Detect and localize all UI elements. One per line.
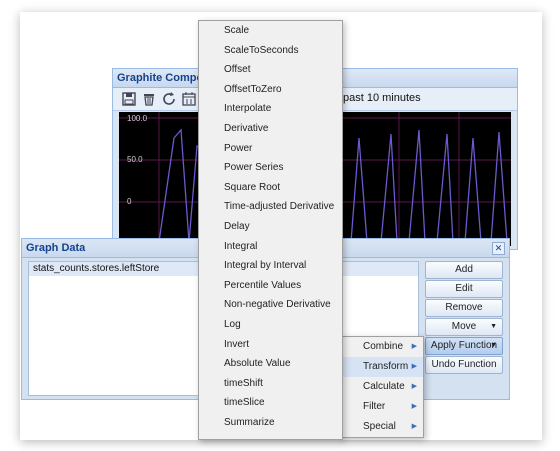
- remove-button[interactable]: Remove: [425, 299, 503, 317]
- chevron-right-icon: ▶: [411, 383, 417, 390]
- menu-item-delay[interactable]: Delay: [199, 217, 342, 237]
- chevron-right-icon: ▶: [411, 363, 417, 370]
- chevron-down-icon: ▼: [490, 342, 497, 349]
- menu-item-integral[interactable]: Integral: [199, 237, 342, 257]
- menu-item-time-shift[interactable]: timeShift: [199, 374, 342, 394]
- menu-item-filter[interactable]: Filter ▶: [341, 397, 423, 417]
- menu-item-invert[interactable]: Invert: [199, 335, 342, 355]
- menu-item-combine[interactable]: Combine ▶: [341, 337, 423, 357]
- menu-item-offset-to-zero[interactable]: OffsetToZero: [199, 80, 342, 100]
- menu-item-derivative[interactable]: Derivative: [199, 119, 342, 139]
- refresh-icon[interactable]: [161, 91, 177, 107]
- calendar-icon[interactable]: [181, 91, 197, 107]
- menu-item-time-adjusted-derivative[interactable]: Time-adjusted Derivative: [199, 197, 342, 217]
- y-tick-label: 50.0: [127, 155, 143, 164]
- chevron-right-icon: ▶: [411, 423, 417, 430]
- chevron-right-icon: ▶: [411, 343, 417, 350]
- menu-item-power[interactable]: Power: [199, 139, 342, 159]
- menu-item-non-negative-derivative[interactable]: Non-negative Derivative: [199, 295, 342, 315]
- edit-button[interactable]: Edit: [425, 280, 503, 298]
- menu-item-interpolate[interactable]: Interpolate: [199, 99, 342, 119]
- menu-item-label: Special: [363, 421, 396, 432]
- add-button[interactable]: Add: [425, 261, 503, 279]
- trash-icon[interactable]: [141, 91, 157, 107]
- time-range-label: past 10 minutes: [343, 92, 421, 104]
- y-tick-label: 100.0: [127, 114, 148, 123]
- menu-item-log[interactable]: Log: [199, 315, 342, 335]
- menu-item-label: Combine: [363, 341, 404, 352]
- menu-item-percentile-values[interactable]: Percentile Values: [199, 276, 342, 296]
- menu-item-scale[interactable]: Scale: [199, 21, 342, 41]
- menu-item-power-series[interactable]: Power Series: [199, 158, 342, 178]
- menu-item-absolute-value[interactable]: Absolute Value: [199, 354, 342, 374]
- menu-item-integral-by-interval[interactable]: Integral by Interval: [199, 256, 342, 276]
- move-button[interactable]: Move ▼: [425, 318, 503, 336]
- chevron-down-icon: ▼: [490, 323, 497, 330]
- save-icon[interactable]: [121, 91, 137, 107]
- menu-item-label: Calculate: [363, 381, 405, 392]
- menu-item-special[interactable]: Special ▶: [341, 417, 423, 437]
- apply-function-menu: Combine ▶ Transform ▶ Calculate ▶ Filter…: [340, 336, 424, 438]
- menu-item-scale-to-seconds[interactable]: ScaleToSeconds: [199, 41, 342, 61]
- apply-function-button[interactable]: Apply Function ▼: [425, 337, 503, 355]
- undo-function-button[interactable]: Undo Function: [425, 356, 503, 374]
- move-button-label: Move: [451, 321, 477, 332]
- menu-item-offset[interactable]: Offset: [199, 60, 342, 80]
- apply-function-label: Apply Function: [430, 340, 498, 351]
- chevron-right-icon: ▶: [411, 403, 417, 410]
- menu-item-label: Filter: [363, 401, 386, 412]
- close-icon[interactable]: ✕: [492, 242, 505, 255]
- menu-item-time-slice[interactable]: timeSlice: [199, 393, 342, 413]
- menu-item-summarize[interactable]: Summarize: [199, 413, 342, 433]
- menu-item-transform[interactable]: Transform ▶: [341, 357, 423, 377]
- y-tick-label: 0: [127, 197, 132, 206]
- transform-menu: Scale ScaleToSeconds Offset OffsetToZero…: [198, 20, 343, 440]
- menu-item-label: Transform: [363, 361, 409, 372]
- menu-item-calculate[interactable]: Calculate ▶: [341, 377, 423, 397]
- menu-item-square-root[interactable]: Square Root: [199, 178, 342, 198]
